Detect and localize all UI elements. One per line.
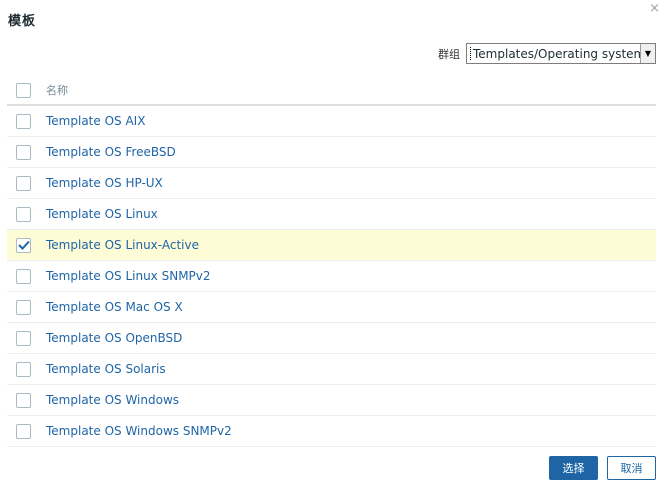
template-link[interactable]: Template OS OpenBSD xyxy=(46,331,182,345)
template-link[interactable]: Template OS Linux xyxy=(46,207,158,221)
table-row: Template OS Windows SNMPv2 xyxy=(7,416,656,447)
checkmark-icon xyxy=(17,240,30,250)
select-all-checkbox[interactable] xyxy=(16,82,31,98)
name-column-header: 名称 xyxy=(46,84,68,97)
table-row: Template OS AIX xyxy=(7,106,656,137)
row-checkbox[interactable] xyxy=(16,392,31,408)
table-row: Template OS HP-UX xyxy=(7,168,656,199)
group-select[interactable]: Templates/Operating systems ▼ xyxy=(466,43,656,64)
table-row: Template OS FreeBSD xyxy=(7,137,656,168)
row-checkbox[interactable] xyxy=(16,175,31,191)
template-link[interactable]: Template OS Linux-Active xyxy=(46,238,199,252)
table-row: Template OS Windows xyxy=(7,385,656,416)
template-link[interactable]: Template OS Windows xyxy=(46,393,179,407)
group-filter: 群组 Templates/Operating systems ▼ xyxy=(438,43,656,64)
table-row: Template OS Linux SNMPv2 xyxy=(7,261,656,292)
cancel-button[interactable]: 取消 xyxy=(607,456,656,480)
select-button[interactable]: 选择 xyxy=(549,456,598,480)
row-checkbox[interactable] xyxy=(16,268,31,284)
template-link[interactable]: Template OS AIX xyxy=(46,114,145,128)
table-row: Template OS Linux xyxy=(7,199,656,230)
template-link[interactable]: Template OS FreeBSD xyxy=(46,145,176,159)
row-checkbox[interactable] xyxy=(16,361,31,377)
row-checkbox[interactable] xyxy=(16,206,31,222)
table-row: Template OS Solaris xyxy=(7,354,656,385)
group-filter-label: 群组 xyxy=(438,47,460,61)
table-header-row: 名称 xyxy=(7,76,656,106)
template-link[interactable]: Template OS Mac OS X xyxy=(46,300,183,314)
row-checkbox[interactable] xyxy=(16,113,31,129)
template-link[interactable]: Template OS Windows SNMPv2 xyxy=(46,424,232,438)
table-body: Template OS AIX Template OS FreeBSD Templa… xyxy=(7,106,656,447)
group-select-value: Templates/Operating systems xyxy=(467,46,640,61)
template-link[interactable]: Template OS Linux SNMPv2 xyxy=(46,269,211,283)
table-row: Template OS OpenBSD xyxy=(7,323,656,354)
close-icon[interactable]: × xyxy=(649,2,660,16)
table-row: Template OS Linux-Active xyxy=(7,230,656,261)
group-select-text: Templates/Operating systems xyxy=(470,46,640,61)
row-checkbox[interactable] xyxy=(16,144,31,160)
template-link[interactable]: Template OS HP-UX xyxy=(46,176,163,190)
dialog-footer: 选择 取消 xyxy=(549,456,656,480)
template-link[interactable]: Template OS Solaris xyxy=(46,362,166,376)
row-checkbox[interactable] xyxy=(16,330,31,346)
row-checkbox[interactable] xyxy=(16,237,31,253)
table-row: Template OS Mac OS X xyxy=(7,292,656,323)
row-checkbox[interactable] xyxy=(16,299,31,315)
row-checkbox[interactable] xyxy=(16,423,31,439)
dropdown-arrow-icon[interactable]: ▼ xyxy=(640,44,655,63)
dialog-title: 模板 xyxy=(8,14,37,29)
templates-table: 名称 Template OS AIX Template OS FreeBSD Tem… xyxy=(7,76,656,447)
